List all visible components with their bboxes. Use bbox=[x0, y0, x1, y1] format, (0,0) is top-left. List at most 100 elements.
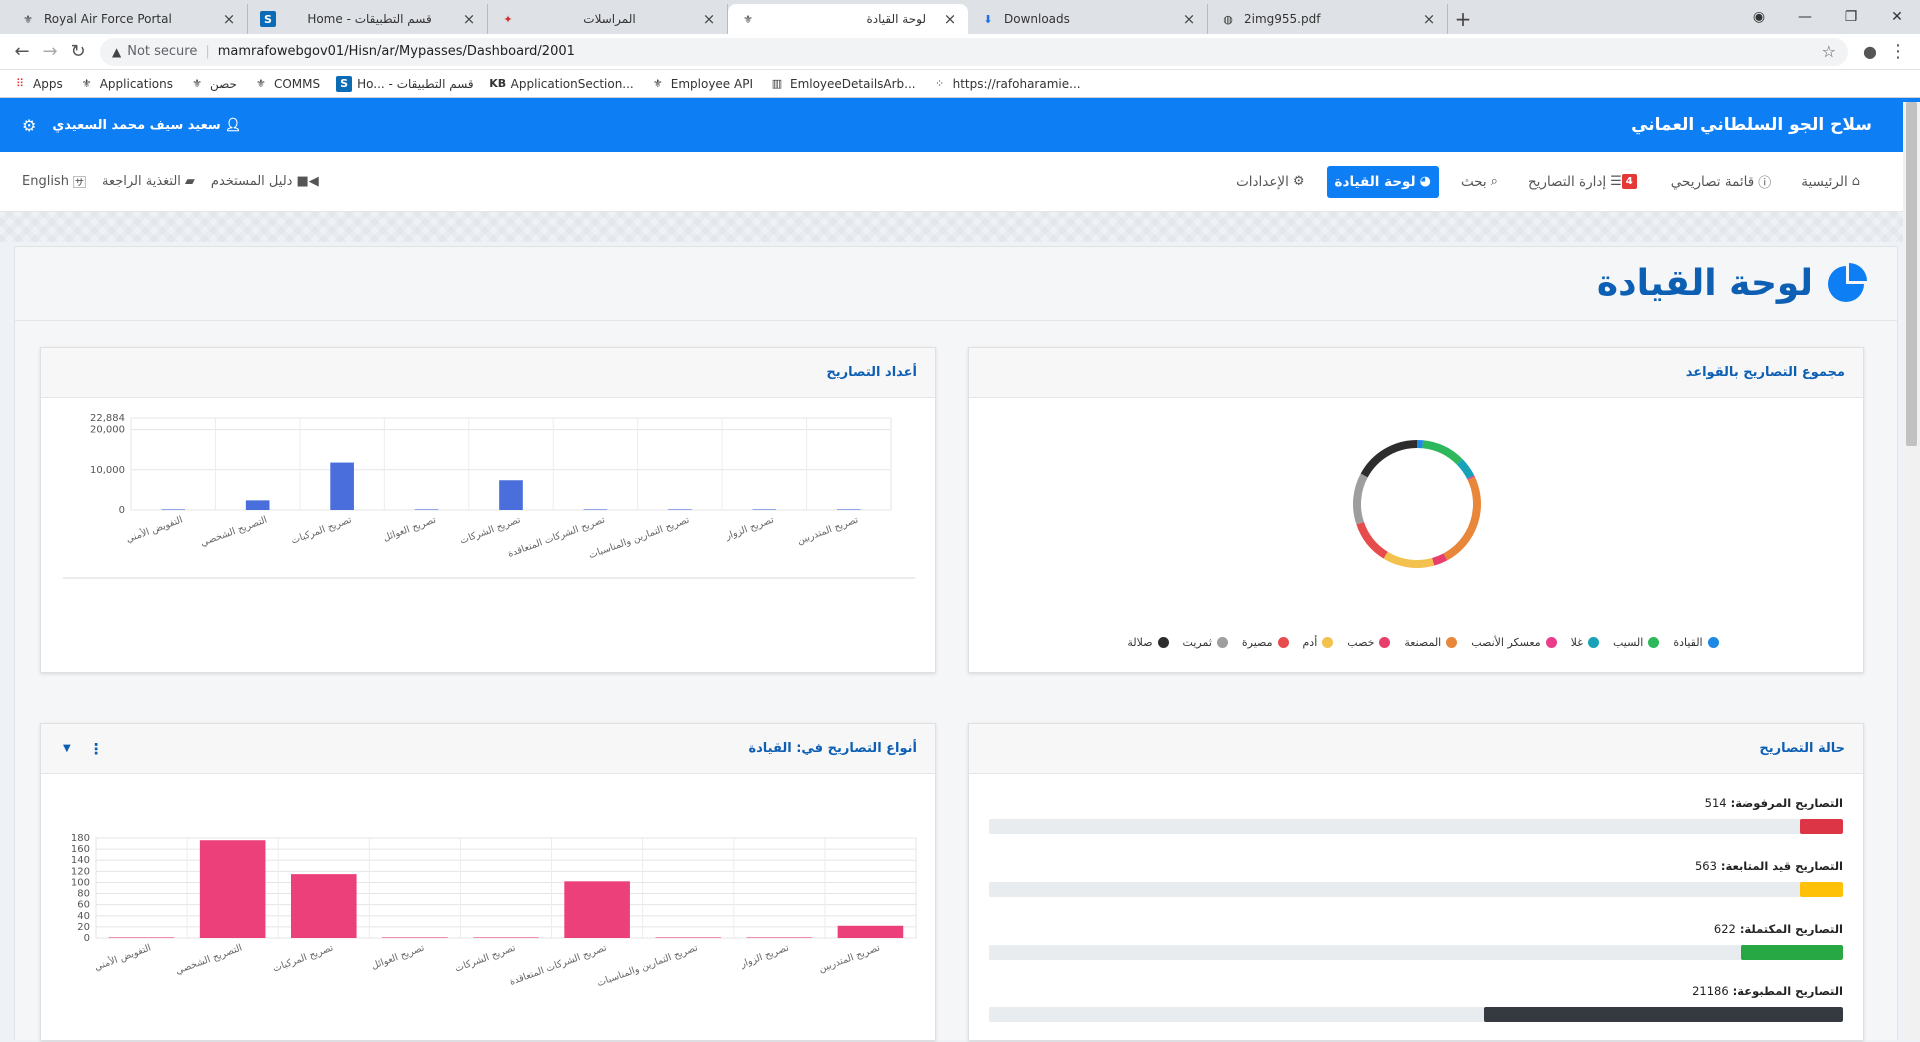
card-title: مجموع التصاريح بالقواعد bbox=[1686, 365, 1845, 380]
menu-home[interactable]: ⌂الرئيسية bbox=[1793, 166, 1868, 198]
card-title: أعداد التصاريح bbox=[826, 365, 917, 380]
bar bbox=[668, 509, 692, 510]
x-tick-label: تصريح الزوار bbox=[723, 514, 776, 542]
donut-slice bbox=[1460, 462, 1471, 477]
page-scrollbar[interactable] bbox=[1903, 102, 1920, 1040]
menu-my-passes[interactable]: ⓘقائمة تصاريحي bbox=[1663, 164, 1780, 199]
bookmark-employee-api[interactable]: ⚜Employee API bbox=[650, 76, 753, 92]
close-icon[interactable]: × bbox=[942, 10, 958, 28]
bookmark-rafoharamie[interactable]: ⁘https://rafoharamie... bbox=[932, 76, 1081, 92]
status-printed: التصاريح المطبوعة:21186 bbox=[989, 984, 1843, 1022]
legend-item[interactable]: خصب bbox=[1347, 636, 1390, 649]
x-tick-label: تصريح العوائل bbox=[370, 942, 426, 971]
donut-legend: القيادة السيب غلا معسكر الأنصب المصنعة خصب أدم… bbox=[969, 636, 1863, 649]
close-icon[interactable]: × bbox=[1421, 10, 1437, 28]
minimize-icon[interactable]: — bbox=[1782, 9, 1828, 25]
tab-search-icon[interactable]: ◉ bbox=[1736, 9, 1782, 25]
y-tick-label: 20,000 bbox=[90, 425, 125, 436]
y-tick-label: 10,000 bbox=[90, 465, 125, 476]
menu-dashboard[interactable]: ◕لوحة القيادة bbox=[1327, 166, 1439, 198]
x-tick-label: التفويض الأمني bbox=[93, 942, 153, 974]
close-icon[interactable]: × bbox=[1181, 10, 1197, 28]
card-header: حالة التصاريح bbox=[969, 724, 1863, 774]
y-tick-label: 22,884 bbox=[90, 413, 125, 424]
legend-label: غلا bbox=[1571, 636, 1583, 649]
browser-tab-3[interactable]: ⚜ لوحة القيادة × bbox=[728, 4, 968, 34]
legend-item[interactable]: السيب bbox=[1613, 636, 1659, 649]
x-tick-label: تصريح التمارين والمناسبات bbox=[596, 942, 700, 989]
bar bbox=[246, 500, 270, 510]
status-pending: التصاريح قيد المتابعة:563 bbox=[989, 859, 1843, 897]
emblem-icon: ⚜ bbox=[650, 76, 666, 92]
emblem-red-icon: ✦ bbox=[500, 11, 516, 27]
reload-button[interactable]: ↻ bbox=[64, 38, 92, 66]
browser-tab-4[interactable]: ⬇ Downloads × bbox=[968, 4, 1208, 34]
legend-item[interactable]: المصنعة bbox=[1404, 636, 1457, 649]
bar bbox=[200, 840, 266, 938]
menu-language[interactable]: English🈂︎ bbox=[22, 172, 86, 191]
back-button[interactable]: ← bbox=[8, 38, 36, 66]
legend-item[interactable]: غلا bbox=[1571, 636, 1599, 649]
x-tick-label: تصريح الشركات bbox=[459, 514, 523, 546]
legend-dot bbox=[1446, 637, 1457, 648]
x-tick-label: التصريح الشخصي bbox=[174, 942, 244, 976]
gear-icon[interactable]: ⚙ bbox=[22, 116, 36, 135]
profile-icon[interactable]: ● bbox=[1856, 38, 1884, 66]
bar bbox=[747, 937, 813, 938]
scrollbar-thumb[interactable] bbox=[1906, 102, 1917, 446]
kebab-menu-icon[interactable]: ⋮ bbox=[89, 740, 104, 758]
legend-item[interactable]: القيادة bbox=[1673, 636, 1718, 649]
menu-search[interactable]: ⌕بحث bbox=[1453, 166, 1506, 198]
bookmark-applications[interactable]: ⚜Applications bbox=[79, 76, 173, 92]
restore-icon[interactable]: ❐ bbox=[1828, 9, 1874, 25]
bookmark-hisn[interactable]: ⚜حصن bbox=[189, 76, 237, 92]
org-name: سلاح الجو السلطاني العماني bbox=[1631, 115, 1872, 135]
caret-down-icon[interactable]: ▼ bbox=[63, 743, 71, 754]
menu-settings[interactable]: ⚙الإعدادات bbox=[1228, 166, 1312, 198]
close-window-icon[interactable]: ✕ bbox=[1874, 9, 1920, 25]
bookmark-apps[interactable]: ⠿Apps bbox=[12, 76, 63, 92]
page-header: لوحة القيادة bbox=[15, 247, 1897, 321]
menu-manage-passes[interactable]: 4☰إدارة التصاريح bbox=[1520, 166, 1649, 198]
address-bar[interactable]: ▲ Not secure | mamrafowebgov01/Hisn/ar/M… bbox=[100, 38, 1848, 66]
user-area: ⚙ سعيد سيف محمد السعيدي 👤︎ bbox=[22, 116, 241, 135]
forward-button[interactable]: → bbox=[36, 38, 64, 66]
browser-tab-5[interactable]: ◍ 2img955.pdf × bbox=[1208, 4, 1448, 34]
close-icon[interactable]: × bbox=[221, 10, 237, 28]
browser-tab-1[interactable]: S Home - قسم التطبيقات × bbox=[248, 4, 488, 34]
browser-menu-icon[interactable]: ⋮ bbox=[1884, 38, 1912, 66]
legend-item[interactable]: صلالة bbox=[1127, 636, 1168, 649]
close-icon[interactable]: × bbox=[701, 10, 717, 28]
bookmark-star-icon[interactable]: ☆ bbox=[1822, 42, 1836, 61]
progress-fill bbox=[1741, 945, 1843, 960]
warning-icon: ▲ bbox=[112, 45, 121, 59]
menu-user-guide[interactable]: دليل المستخدم■◀ bbox=[211, 174, 319, 189]
bookmark-comms[interactable]: ⚜COMMS bbox=[253, 76, 320, 92]
legend-dot bbox=[1217, 637, 1228, 648]
progress-fill bbox=[1800, 882, 1843, 897]
legend-item[interactable]: معسكر الأنصب bbox=[1471, 636, 1556, 649]
menu-feedback[interactable]: التغذية الراجعة▰ bbox=[102, 174, 195, 189]
bookmark-sharepoint[interactable]: SHo... - قسم التطبيقات bbox=[336, 76, 474, 92]
close-icon[interactable]: × bbox=[461, 10, 477, 28]
y-tick-label: 180 bbox=[71, 833, 90, 844]
browser-tab-2[interactable]: ✦ المراسلات × bbox=[488, 4, 728, 34]
legend-item[interactable]: مصيرة bbox=[1242, 636, 1289, 649]
legend-item[interactable]: أدم bbox=[1303, 636, 1334, 649]
download-icon: ⬇ bbox=[980, 11, 996, 27]
comment-icon: ▰ bbox=[185, 174, 195, 189]
legend-item[interactable]: ثمريت bbox=[1183, 636, 1228, 649]
progress-fill bbox=[1800, 819, 1843, 834]
bookmark-employee-details[interactable]: ▥EmloyeeDetailsArb... bbox=[769, 76, 916, 92]
bar bbox=[161, 509, 185, 510]
bookmark-application-section[interactable]: KBApplicationSection... bbox=[490, 76, 634, 92]
not-secure-label: Not secure bbox=[127, 44, 197, 59]
new-tab-button[interactable]: + bbox=[1448, 4, 1478, 34]
language-icon: 🈂︎ bbox=[73, 172, 86, 191]
user-name[interactable]: سعيد سيف محمد السعيدي bbox=[52, 118, 220, 133]
url-text[interactable]: mamrafowebgov01/Hisn/ar/Mypasses/Dashboa… bbox=[218, 44, 1822, 59]
browser-tab-0[interactable]: ⚜ Royal Air Force Portal × bbox=[8, 4, 248, 34]
globe-icon: ◍ bbox=[1220, 11, 1236, 27]
progress-fill bbox=[1484, 1007, 1843, 1022]
sharepoint-icon: S bbox=[260, 11, 276, 27]
